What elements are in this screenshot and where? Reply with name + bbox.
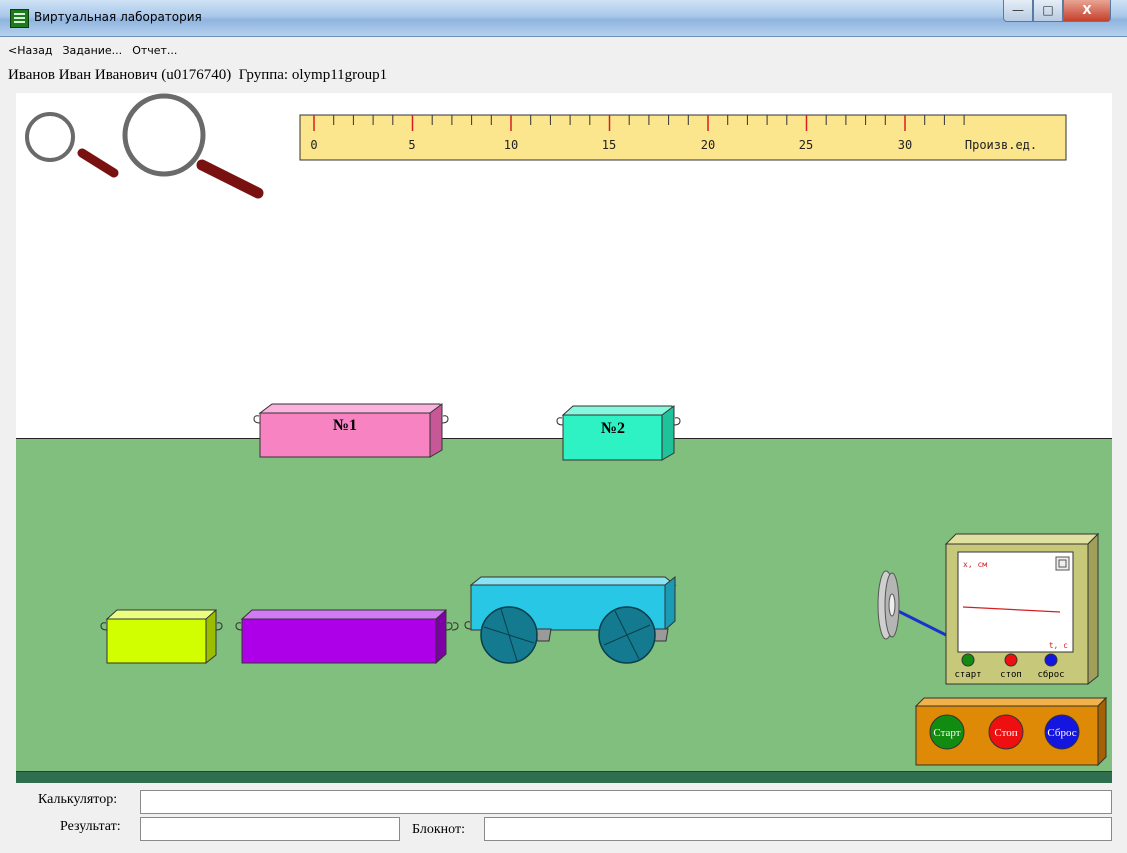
menu-bar: <Назад Задание... Отчет... [8,44,177,62]
motion-sensor[interactable] [877,570,953,640]
block-1-label: №1 [333,417,357,434]
minimize-button[interactable]: — [1003,0,1033,22]
scope-start-label: старт [954,670,981,680]
block-2-label: №2 [601,420,625,437]
reset-button[interactable]: Сброс [1044,714,1080,750]
title-bar: Виртуальная лаборатория — □ X [0,0,1127,37]
scope-stop-button[interactable] [1004,653,1018,667]
magnifier-large-icon[interactable] [122,93,264,199]
stop-button-label: Стоп [994,727,1017,739]
purple-block[interactable] [235,608,459,665]
scene-svg: 0 5 10 15 20 25 30 Произв.ед. №1 №2 x, с… [25,93,1108,767]
result-field[interactable] [140,817,400,841]
ruler-label-10: 10 [504,138,518,152]
menu-task[interactable]: Задание... [62,44,122,62]
lab-canvas: 0 5 10 15 20 25 30 Произв.ед. №1 №2 x, с… [16,93,1112,783]
result-label: Результат: [60,819,121,834]
stop-button[interactable]: Стоп [988,714,1024,750]
ruler-label-30: 30 [898,138,912,152]
user-name: Иванов Иван Иванович (u0176740) [8,67,232,83]
cart-wheel-right [598,606,656,664]
window-controls: — □ X [1003,0,1111,22]
scope-start-button[interactable] [961,653,975,667]
scope-x-axis-label: t, с [1049,641,1068,650]
block-1[interactable]: №1 [253,403,449,458]
bottom-panel: Калькулятор: Результат: Блокнот: [16,786,1112,848]
notepad-label: Блокнот: [412,822,465,837]
menu-back[interactable]: <Назад [8,44,52,62]
start-button[interactable]: Старт [929,714,965,750]
yellow-block[interactable] [100,608,223,665]
ruler-unit: Произв.ед. [965,138,1037,152]
cart-wheel-left [480,606,538,664]
calculator-label: Калькулятор: [38,792,118,807]
scope-reset-label: сброс [1037,669,1064,680]
block-2[interactable]: №2 [556,405,681,461]
ruler-label-25: 25 [799,138,813,152]
ruler-label-15: 15 [602,138,616,152]
cart[interactable] [464,575,677,664]
ruler-label-20: 20 [701,138,715,152]
scope-reset-button[interactable] [1044,653,1058,667]
ruler[interactable]: 0 5 10 15 20 25 30 Произв.ед. [299,114,1067,161]
group-label: Группа: [238,67,289,83]
magnifier-small-icon[interactable] [25,112,119,178]
control-panel: Старт Стоп Сброс [914,696,1108,767]
oscilloscope: x, см t, с старт стоп сброс [944,532,1100,686]
scope-stop-label: стоп [1000,670,1022,680]
reset-button-label: Сброс [1047,727,1076,739]
window-title: Виртуальная лаборатория [34,10,202,24]
ruler-label-0: 0 [310,138,317,152]
user-info-line: Иванов Иван Иванович (u0176740) Группа: … [8,67,387,84]
maximize-button[interactable]: □ [1033,0,1063,22]
window-icon[interactable] [1055,556,1070,571]
notepad-field[interactable] [484,817,1112,841]
menu-report[interactable]: Отчет... [132,44,177,62]
ruler-label-5: 5 [408,138,415,152]
close-button[interactable]: X [1063,0,1111,22]
calculator-input[interactable] [140,790,1112,814]
start-button-label: Старт [933,727,960,739]
scope-y-axis-label: x, см [963,560,987,569]
group-name: olymp11group1 [291,67,388,83]
lab-app-icon [10,9,29,28]
